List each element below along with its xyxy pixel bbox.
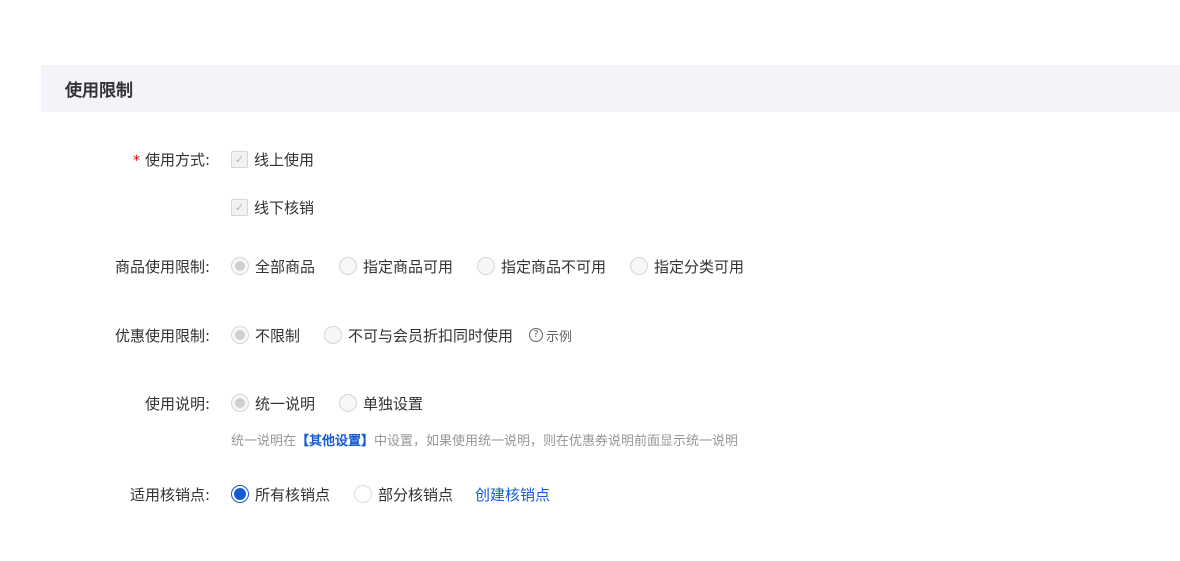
radio-icon (339, 394, 358, 412)
discount-limit-options: 不限制 不可与会员折扣同时使用 ? 示例 (231, 325, 572, 346)
radio-icon (630, 257, 649, 275)
checkbox-label: 线上使用 (254, 150, 315, 169)
help-prefix: 统一说明在 (231, 434, 297, 449)
usage-method-options-2: ✓ 线下核销 (231, 197, 338, 218)
radio-label: 不可与会员折扣同时使用 (348, 326, 514, 345)
radio-all-goods[interactable]: 全部商品 (231, 256, 315, 277)
radio-icon (231, 485, 249, 503)
radio-partial-verify-points[interactable]: 部分核销点 (354, 484, 453, 505)
help-highlight-link[interactable]: 【其他设置】 (296, 434, 374, 449)
example-link[interactable]: ? 示例 (529, 326, 572, 345)
verify-points-row: 适用核销点: 所有核销点 部分核销点 创建核销点 (0, 482, 550, 506)
radio-label: 单独设置 (363, 394, 424, 413)
required-mark: * (132, 152, 140, 169)
radio-icon (324, 326, 343, 344)
radio-specified-goods-unavailable[interactable]: 指定商品不可用 (477, 256, 606, 277)
usage-desc-options: 统一说明 单独设置 (231, 393, 447, 414)
radio-icon (231, 257, 249, 275)
radio-icon (477, 257, 496, 275)
verify-points-options: 所有核销点 部分核销点 创建核销点 (231, 484, 550, 505)
goods-limit-row: 商品使用限制: 全部商品 指定商品可用 指定商品不可用 指定分类可用 (0, 254, 768, 278)
verify-points-label: 适用核销点: (129, 485, 210, 504)
section-title: 使用限制 (65, 81, 133, 101)
usage-method-options: ✓ 线上使用 (231, 149, 338, 170)
radio-unified-desc[interactable]: 统一说明 (231, 393, 315, 414)
radio-specified-category-available[interactable]: 指定分类可用 (630, 256, 744, 277)
radio-icon (231, 394, 249, 412)
check-icon: ✓ (231, 150, 248, 168)
radio-label: 指定商品可用 (363, 257, 454, 276)
help-suffix: 中设置，如果使用统一说明，则在优惠券说明前面显示统一说明 (374, 434, 739, 449)
radio-label: 统一说明 (255, 394, 316, 413)
usage-method-label-text: 使用方式: (144, 150, 210, 169)
radio-label: 所有核销点 (255, 485, 331, 504)
radio-icon (354, 485, 373, 503)
checkbox-online-use[interactable]: ✓ 线上使用 (231, 149, 314, 170)
radio-separate-setting[interactable]: 单独设置 (339, 393, 423, 414)
usage-desc-help: 统一说明在【其他设置】中设置，如果使用统一说明，则在优惠券说明前面显示统一说明 (231, 430, 738, 449)
goods-limit-label: 商品使用限制: (114, 257, 210, 276)
radio-label: 全部商品 (255, 257, 316, 276)
discount-limit-label: 优惠使用限制: (114, 326, 210, 345)
goods-limit-options: 全部商品 指定商品可用 指定商品不可用 指定分类可用 (231, 256, 768, 277)
example-label: 示例 (546, 329, 573, 345)
radio-all-verify-points[interactable]: 所有核销点 (231, 484, 330, 505)
question-circle-icon: ? (529, 328, 544, 342)
check-icon: ✓ (231, 198, 248, 216)
discount-limit-row: 优惠使用限制: 不限制 不可与会员折扣同时使用 ? 示例 (0, 323, 572, 347)
radio-label: 部分核销点 (378, 485, 454, 504)
radio-icon (231, 326, 249, 344)
radio-label: 指定商品不可用 (501, 257, 607, 276)
radio-label: 不限制 (255, 326, 301, 345)
usage-method-row-2: ✓ 线下核销 (0, 195, 338, 219)
usage-desc-label: 使用说明: (144, 394, 210, 413)
usage-desc-row: 使用说明: 统一说明 单独设置 (0, 391, 447, 415)
radio-label: 指定分类可用 (654, 257, 745, 276)
radio-specified-goods-available[interactable]: 指定商品可用 (339, 256, 453, 277)
radio-no-member-discount[interactable]: 不可与会员折扣同时使用 (324, 325, 513, 346)
radio-icon (339, 257, 358, 275)
section-header: 使用限制 (41, 65, 1180, 112)
create-verify-point-link[interactable]: 创建核销点 (475, 484, 550, 505)
radio-no-limit[interactable]: 不限制 (231, 325, 300, 346)
usage-method-label: * 使用方式: (0, 149, 210, 170)
checkbox-label: 线下核销 (254, 198, 315, 217)
checkbox-offline-verify[interactable]: ✓ 线下核销 (231, 197, 314, 218)
usage-method-row: * 使用方式: ✓ 线上使用 (0, 147, 338, 171)
